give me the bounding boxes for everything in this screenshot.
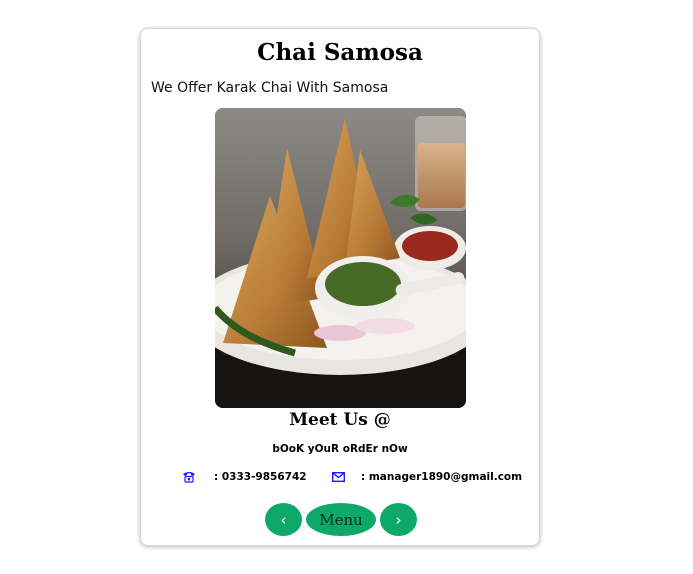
tagline: We Offer Karak Chai With Samosa <box>151 80 389 96</box>
menu-button[interactable]: Menu <box>306 503 376 536</box>
email-address[interactable]: : manager1890@gmail.com <box>361 471 522 483</box>
phone-number: : 0333-9856742 <box>214 471 307 483</box>
meet-heading: Meet Us @ <box>289 410 391 430</box>
page-title: Chai Samosa <box>257 39 423 66</box>
order-subheading: bOoK yOuR oRdEr nOw <box>272 443 408 455</box>
previous-button[interactable]: ‹ <box>265 503 302 536</box>
email-contact: : manager1890@gmail.com <box>332 469 522 485</box>
product-card: Chai Samosa We Offer Karak Chai With Sam… <box>140 28 540 546</box>
next-button[interactable]: › <box>380 503 417 536</box>
samosa-photo <box>215 108 466 408</box>
pagination-nav: ‹ Menu › <box>141 503 539 537</box>
telephone-icon <box>182 471 196 483</box>
envelope-icon <box>332 472 345 482</box>
phone-contact: : 0333-9856742 <box>182 469 307 485</box>
